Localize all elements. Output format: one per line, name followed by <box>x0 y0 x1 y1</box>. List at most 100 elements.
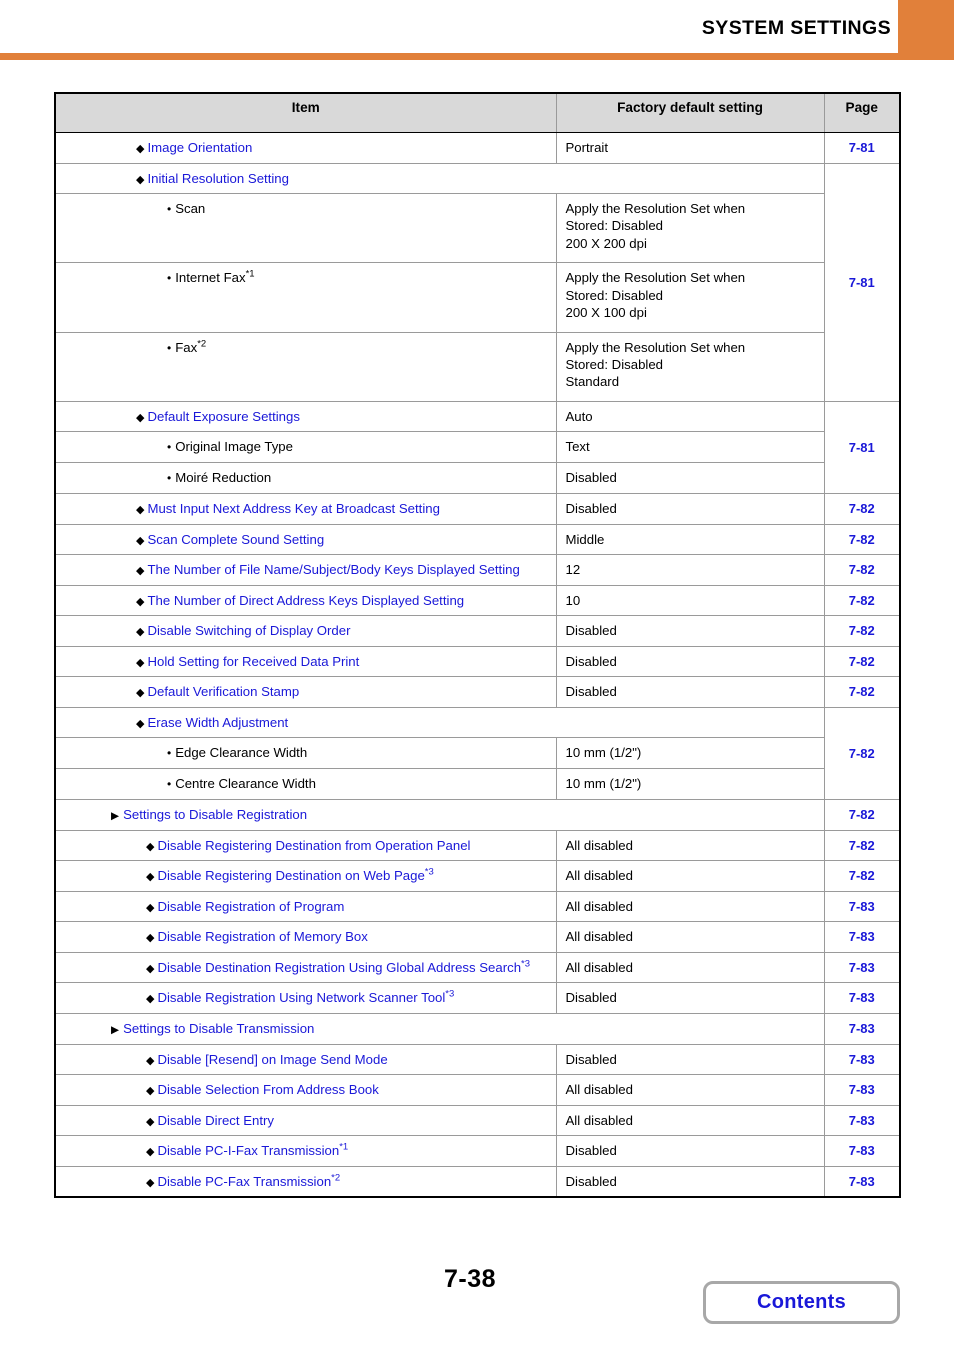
row-default-line: Disabled <box>565 1143 617 1159</box>
row-page-link[interactable]: 7-82 <box>823 706 901 800</box>
row-item-link[interactable]: Erase Width Adjustment <box>64 714 818 732</box>
row-page-link[interactable]: 7-82 <box>823 829 901 862</box>
row-item-link[interactable]: Image Orientation <box>64 139 550 157</box>
row-item-link[interactable]: Must Input Next Address Key at Broadcast… <box>64 500 550 518</box>
row-default-line: Stored: Disabled <box>565 356 664 372</box>
row-page-link[interactable]: 7-83 <box>823 921 901 953</box>
row-item-link[interactable]: Scan Complete Sound Setting <box>64 531 550 549</box>
row-page-link[interactable]: 7-81 <box>823 162 901 402</box>
row-default-cell: Disabled <box>555 615 825 647</box>
row-page-link[interactable]: 7-81 <box>823 132 901 164</box>
row-item-cell: Disable [Resend] on Image Send Mode <box>54 1043 557 1076</box>
row-item-cell: Internet Fax*1 <box>54 262 557 333</box>
row-page-link[interactable]: 7-82 <box>823 584 901 617</box>
row-item-link[interactable]: Disable Switching of Display Order <box>64 622 550 640</box>
row-default-line: Disabled <box>565 1173 617 1189</box>
row-item-link[interactable]: Hold Setting for Received Data Print <box>64 653 550 671</box>
row-default-cell: Disabled <box>555 1165 825 1198</box>
column-header-page: Page <box>823 93 901 133</box>
row-page-link[interactable]: 7-83 <box>823 1104 901 1137</box>
table-row: Disable Registering Destination on Web P… <box>54 860 901 892</box>
row-default-line: All disabled <box>565 1082 633 1098</box>
table-row: Disable Registering Destination from Ope… <box>54 829 901 862</box>
row-default-cell: All disabled <box>555 890 825 923</box>
row-default-cell: All disabled <box>555 1104 825 1137</box>
footnote-marker: *3 <box>424 866 434 878</box>
row-item-cell: Disable PC-I-Fax Transmission*1 <box>54 1135 557 1167</box>
table-row: Disable Registration Using Network Scann… <box>54 982 901 1014</box>
row-default-line: Standard <box>565 374 620 390</box>
row-page-link[interactable]: 7-81 <box>823 400 901 495</box>
row-item-link[interactable]: Disable Selection From Address Book <box>64 1081 550 1099</box>
row-page-link[interactable]: 7-83 <box>823 1165 901 1198</box>
row-item-link[interactable]: Default Verification Stamp <box>64 683 550 701</box>
table-row: Disable [Resend] on Image Send Mode Disab… <box>54 1043 901 1076</box>
row-default-cell: 12 <box>555 554 825 586</box>
row-page-link[interactable]: 7-82 <box>823 860 901 892</box>
row-item-link[interactable]: Disable Registration of Memory Box <box>64 928 550 946</box>
row-item-cell: Disable Registration of Memory Box <box>54 921 557 953</box>
row-page-link[interactable]: 7-82 <box>823 645 901 678</box>
row-default-line: 10 mm (1/2") <box>565 745 642 761</box>
table-row: Disable Destination Registration Using G… <box>54 951 901 984</box>
row-item-cell: Initial Resolution Setting <box>54 162 825 195</box>
row-item-cell: Scan Complete Sound Setting <box>54 523 557 556</box>
row-default-cell: Portrait <box>555 132 825 164</box>
row-item-link[interactable]: Settings to Disable Transmission <box>64 1020 818 1038</box>
row-item-label: Original Image Type <box>64 438 550 456</box>
column-header-item: Item <box>54 93 557 133</box>
row-page-link[interactable]: 7-82 <box>823 798 901 831</box>
row-item-link[interactable]: Disable Registering Destination on Web P… <box>64 867 550 885</box>
row-item-link[interactable]: Disable Registration Using Network Scann… <box>64 989 550 1007</box>
row-default-cell: Disabled <box>555 676 825 708</box>
row-item-link[interactable]: Disable PC-Fax Transmission*2 <box>64 1173 550 1191</box>
table-row: Scan Apply the Resolution Set whenStored:… <box>54 193 900 264</box>
row-item-link[interactable]: Disable Registering Destination from Ope… <box>64 837 550 855</box>
row-default-line: Auto <box>565 408 593 424</box>
table-row: Disable PC-Fax Transmission*2 Disabled 7-8… <box>54 1165 901 1198</box>
row-default-line: Apply the Resolution Set when <box>565 270 746 286</box>
row-page-link[interactable]: 7-82 <box>823 523 901 556</box>
row-item-link[interactable]: The Number of File Name/Subject/Body Key… <box>64 561 550 579</box>
contents-button[interactable]: Contents <box>703 1281 900 1324</box>
table-row: Disable Direct Entry All disabled 7-83 <box>54 1104 901 1137</box>
row-item-cell: Must Input Next Address Key at Broadcast… <box>54 493 557 525</box>
row-item-cell: Disable Switching of Display Order <box>54 615 557 647</box>
row-page-link[interactable]: 7-82 <box>823 676 901 708</box>
row-item-link[interactable]: Initial Resolution Setting <box>64 170 818 188</box>
row-default-line: Disabled <box>565 501 617 516</box>
row-page-link[interactable]: 7-83 <box>823 1074 901 1106</box>
row-item-link[interactable]: Default Exposure Settings <box>64 408 550 426</box>
row-page-link[interactable]: 7-83 <box>823 1135 901 1167</box>
row-item-link[interactable]: Disable Destination Registration Using G… <box>64 959 550 977</box>
column-header-factory-default: Factory default setting <box>555 93 825 133</box>
row-item-cell: Default Verification Stamp <box>54 676 557 708</box>
row-item-link[interactable]: Disable Direct Entry <box>64 1112 550 1130</box>
table-row: Edge Clearance Width 10 mm (1/2") <box>54 737 900 769</box>
row-page-link[interactable]: 7-83 <box>823 951 901 984</box>
row-default-cell: Disabled <box>555 645 825 678</box>
row-item-link[interactable]: Disable [Resend] on Image Send Mode <box>64 1051 550 1069</box>
page-header: SYSTEM SETTINGS <box>0 0 954 60</box>
footnote-marker: *3 <box>521 958 531 970</box>
row-default-cell: Text <box>555 431 825 464</box>
row-item-link[interactable]: Disable Registration of Program <box>64 898 550 916</box>
row-default-line: Disabled <box>565 653 617 669</box>
row-item-cell: Disable PC-Fax Transmission*2 <box>54 1165 557 1198</box>
row-item-link[interactable]: The Number of Direct Address Keys Displa… <box>64 592 550 610</box>
table-row: Disable Selection From Address Book All d… <box>54 1074 901 1106</box>
row-page-link[interactable]: 7-82 <box>823 554 901 586</box>
row-item-link[interactable]: Disable PC-I-Fax Transmission*1 <box>64 1142 550 1160</box>
row-page-link[interactable]: 7-83 <box>823 890 901 923</box>
row-page-link[interactable]: 7-82 <box>823 615 901 647</box>
row-default-cell: Disabled <box>555 982 825 1014</box>
row-page-link[interactable]: 7-83 <box>823 1012 901 1045</box>
row-page-link[interactable]: 7-83 <box>823 1043 901 1076</box>
table-row: Fax*2 Apply the Resolution Set whenStored… <box>54 331 900 402</box>
row-page-link[interactable]: 7-83 <box>823 982 901 1014</box>
row-item-link[interactable]: Settings to Disable Registration <box>64 806 818 824</box>
row-page-link[interactable]: 7-82 <box>823 493 901 525</box>
row-item-label: Fax*2 <box>64 339 550 357</box>
row-default-cell: Apply the Resolution Set when Stored: Dis… <box>555 331 825 402</box>
row-item-cell: Disable Selection From Address Book <box>54 1074 557 1106</box>
